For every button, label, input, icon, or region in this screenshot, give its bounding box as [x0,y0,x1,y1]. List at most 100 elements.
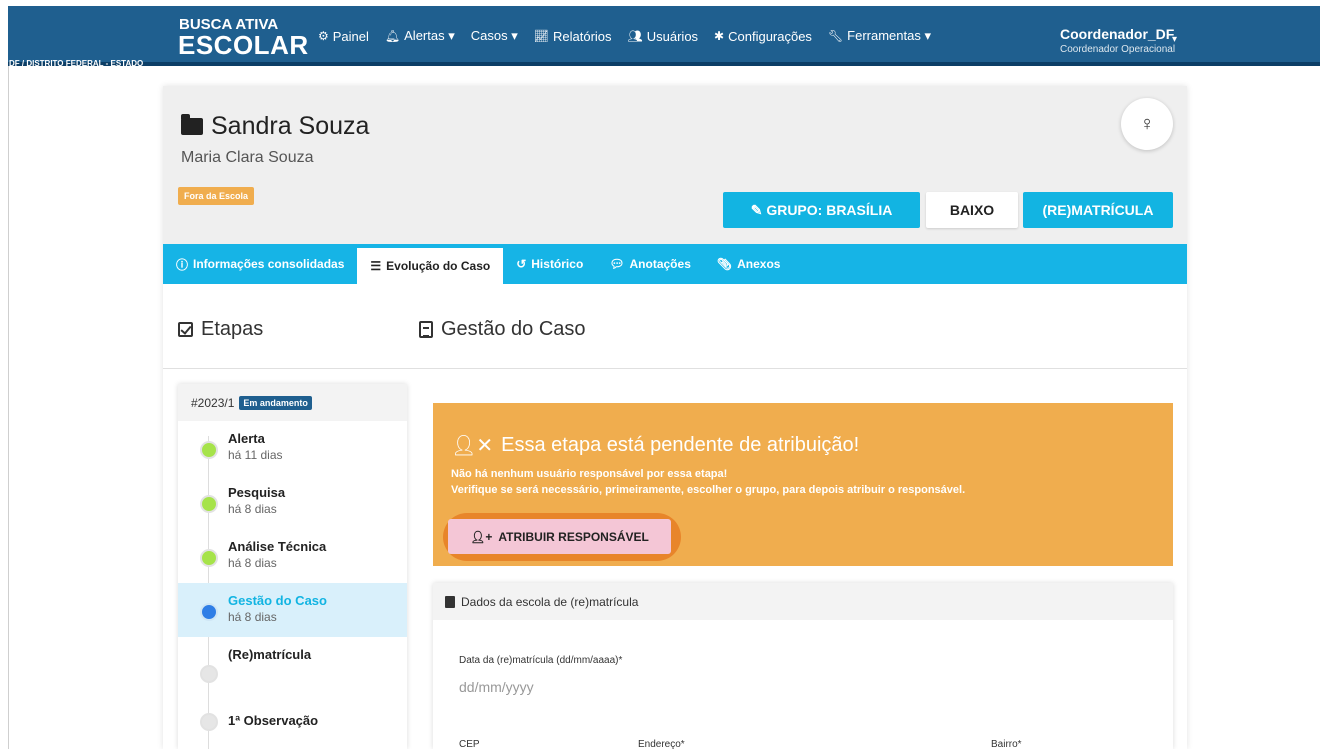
step-title: Pesquisa [228,485,286,500]
step-gestao-do-caso[interactable]: Gestão do Caso há 8 dias [178,583,407,637]
tab-label: Anexos [737,257,781,271]
nav-label: Usuários [646,28,699,44]
nav-alertas[interactable]: 🔔︎ Alertas ▾ [385,28,455,44]
risk-level-button[interactable]: BAIXO [926,192,1018,228]
step-time: há 8 dias [228,610,277,624]
nav-label: Casos ▾ [470,28,518,43]
step-done-dot-icon [200,441,218,459]
school-data-panel: Dados da escola de (re)matrícula Data da… [433,583,1173,749]
school-data-title: Dados da escola de (re)matrícula [461,594,639,609]
step-title: Análise Técnica [228,539,327,554]
users-icon: 👥︎ [627,29,643,43]
list-icon: ☰ [370,259,382,273]
tab-label: Histórico [531,257,584,271]
nav-label: Ferramentas ▾ [847,28,931,43]
assign-button-label: ATRIBUIR RESPONSÁVEL [498,529,649,544]
tab-label: Evolução do Caso [386,259,491,273]
document-icon [419,321,433,338]
nav-label: Relatórios [552,28,612,44]
step-title: Alerta [228,431,265,446]
rematricula-date-input[interactable] [459,676,659,698]
step-title: 1ª Observação [228,713,319,728]
brand-line-2: ESCOLAR [178,30,309,60]
step-done-dot-icon [200,549,218,567]
nav-painel[interactable]: ⚙ Painel [318,28,369,44]
comments-icon: 💬︎ [609,257,625,271]
step-pending-dot-icon [200,665,218,683]
user-add-icon: 👤︎+ [470,529,493,544]
steps-heading-label: Etapas [201,318,264,340]
folder-icon [181,114,203,135]
tab-label: Informações consolidadas [193,257,345,271]
group-button-label: GRUPO: BRASÍLIA [766,202,893,218]
step-alerta[interactable]: Alerta há 11 dias [178,421,407,475]
divider [163,368,1187,369]
guardian-name: Maria Clara Souza [181,149,314,166]
nav-label: Configurações [728,28,812,44]
step-primeira-observacao[interactable]: 1ª Observação [178,691,407,745]
date-label: Data da (re)matrícula (dd/mm/aaaa)* [459,655,623,666]
tab-historico[interactable]: ↺ Histórico [503,244,596,284]
checkbox-icon [178,322,193,337]
step-analise-tecnica[interactable]: Análise Técnica há 8 dias [178,529,407,583]
edit-icon: ✎ [750,201,767,218]
pending-title-label: Essa etapa está pendente de atribuição! [501,434,860,456]
address-label: Endereço* [638,739,685,749]
current-step-button[interactable]: (RE)MATRÍCULA [1023,192,1173,228]
user-remove-icon: 👤︎✕ [451,435,494,457]
nav-ferramentas[interactable]: 🔧︎ Ferramentas ▾ [828,28,931,44]
child-name: Sandra Souza [211,112,370,140]
step-pending-dot-icon [200,713,218,731]
tab-anotacoes[interactable]: 💬︎ Anotações [596,244,704,284]
tab-anexos[interactable]: 📎︎ Anexos [704,244,794,284]
user-role: Coordenador Operacional [1060,44,1176,55]
tab-evolucao[interactable]: ☰ Evolução do Caso [357,248,504,284]
nav-label: Painel [332,28,369,44]
user-name: Coordenador_DF [1060,26,1175,42]
school-data-header: Dados da escola de (re)matrícula [433,583,1173,620]
management-heading-label: Gestão do Caso [441,318,586,340]
step-pesquisa[interactable]: Pesquisa há 8 dias [178,475,407,529]
dashboard-icon: ⚙ [318,29,329,43]
district-label: Bairro* [991,739,1022,749]
case-id: #2023/1 [191,395,235,410]
nav-relatorios[interactable]: 📈︎ Relatórios [534,28,612,44]
gender-female-icon[interactable]: ♀ [1121,98,1173,150]
step-time: há 8 dias [228,556,277,570]
case-header: Sandra Souza Maria Clara Souza Fora da E… [163,86,1187,244]
nav-configuracoes[interactable]: ✱ Configurações [714,28,812,44]
step-title: (Re)matrícula [228,647,312,662]
tab-label: Anotações [629,257,691,271]
tab-informacoes[interactable]: ⓘ Informações consolidadas [163,244,357,284]
pending-assignment-alert: 👤︎✕ Essa etapa está pendente de atribuiç… [433,403,1173,566]
case-card: Sandra Souza Maria Clara Souza Fora da E… [163,86,1187,749]
paperclip-icon: 📎︎ [716,257,733,271]
management-heading: Gestão do Caso [419,318,586,341]
step-current-dot-icon [200,603,218,621]
main-nav: ⚙ Painel 🔔︎ Alertas ▾ Casos ▾ 📈︎ Relatórios… [318,28,931,44]
steps-heading: Etapas [178,318,263,341]
nav-label: Alertas ▾ [404,28,455,43]
case-tabs: ⓘ Informações consolidadas ☰ Evolução do C… [163,244,1187,284]
book-icon [445,595,455,608]
chevron-down-icon: ▾ [1172,34,1178,45]
status-badge: Fora da Escola [178,187,255,205]
status-badge: Em andamento [239,395,312,410]
navbar: BUSCA ATIVA ESCOLAR DF / DISTRITO FEDERA… [8,6,1320,68]
info-icon: ⓘ [176,257,189,272]
step-rematricula[interactable]: (Re)matrícula [178,637,407,691]
pending-message-2: Verifique se será necessário, primeirame… [451,484,966,496]
user-menu[interactable]: Coordenador_DF Coordenador Operacional ▾ [1060,26,1178,55]
assign-responsible-button[interactable]: 👤︎+ ATRIBUIR RESPONSÁVEL [448,519,671,554]
steps-panel: #2023/1 Em andamento Alerta há 11 dias P… [178,384,407,749]
bell-icon: 🔔︎ [384,29,401,43]
step-time: há 11 dias [228,448,283,462]
group-button[interactable]: ✎ GRUPO: BRASÍLIA [723,192,920,228]
cep-label: CEP [459,739,480,749]
steps-panel-header: #2023/1 Em andamento [178,384,407,421]
nav-usuarios[interactable]: 👥︎ Usuários [628,28,699,44]
step-time: há 8 dias [228,502,277,516]
nav-casos[interactable]: Casos ▾ [471,28,518,44]
pending-title: 👤︎✕ Essa etapa está pendente de atribuiç… [451,433,859,458]
window-border [8,0,9,749]
